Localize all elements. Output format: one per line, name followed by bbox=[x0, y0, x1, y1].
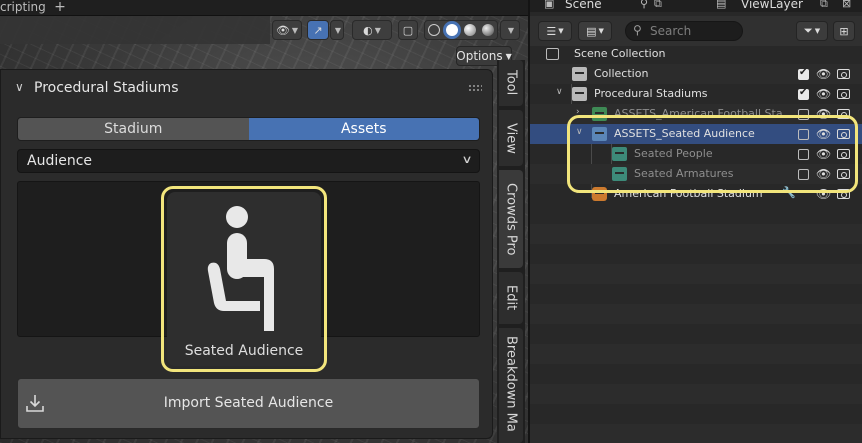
outliner-search-input[interactable]: ⚲ Search bbox=[625, 21, 743, 41]
sidebar-tab-view[interactable]: View bbox=[499, 110, 523, 166]
chevron-down-icon: ▼ bbox=[334, 25, 342, 35]
pin-icon[interactable]: ⚲ bbox=[640, 0, 648, 10]
mode-tabs: Stadium Assets bbox=[17, 117, 480, 141]
drag-grip-icon[interactable] bbox=[468, 84, 482, 92]
annotation-highlight bbox=[567, 115, 858, 193]
asset-thumbnail-card[interactable]: Seated Audience bbox=[161, 186, 327, 372]
row-label: Collection bbox=[594, 67, 649, 80]
chevron-down-icon: ▼ bbox=[291, 25, 299, 35]
sidebar-tab-label: Edit bbox=[503, 285, 519, 311]
new-scene-icon[interactable]: ⧉ bbox=[654, 0, 662, 11]
new-collection-icon: ⊞ bbox=[839, 24, 849, 38]
wireframe-shading-icon[interactable] bbox=[428, 24, 440, 36]
sidebar-tab-label: Crowds Pro bbox=[503, 182, 519, 256]
row-label: Procedural Stadiums bbox=[594, 87, 708, 100]
eye-icon[interactable]: 👁 bbox=[816, 87, 831, 101]
editor-type-button[interactable]: ☰ ▼ bbox=[538, 21, 572, 41]
sidebar-tab-edit[interactable]: Edit bbox=[499, 272, 523, 324]
workspace-tabs-bar: cripting + bbox=[0, 0, 528, 16]
tab-assets[interactable]: Assets bbox=[248, 118, 479, 140]
gizmo-dropdown[interactable]: ▼ bbox=[330, 20, 344, 40]
display-mode-button[interactable]: ▤ ▼ bbox=[578, 21, 612, 41]
sidebar-tab-label: Breakdown Ma bbox=[503, 336, 519, 432]
eye-icon: 👁 bbox=[275, 23, 290, 37]
view-layer-mode-icon: ▤ bbox=[586, 24, 597, 38]
chevron-down-icon: ∨ bbox=[461, 153, 473, 166]
view-layer-icon: ▤ bbox=[716, 0, 727, 10]
xray-icon: ▢ bbox=[402, 23, 414, 37]
solid-shading-icon[interactable] bbox=[446, 24, 458, 36]
3d-viewport[interactable]: cripting + 👁 ▼ ↗ ▼ ◐ ▼ ▢ ▼ Options ▼ ∨ Pro… bbox=[0, 0, 528, 443]
sidebar-tab-label: Tool bbox=[503, 70, 519, 96]
sidebar-tabs: Tool View Crowds Pro Edit Breakdown Ma bbox=[497, 60, 525, 443]
sidebar-tab-label: View bbox=[503, 122, 519, 154]
row-label: Scene Collection bbox=[574, 47, 666, 60]
chevron-down-icon: ▼ bbox=[598, 27, 604, 35]
chevron-down-icon: ▼ bbox=[558, 27, 564, 35]
scene-name-field[interactable]: Scene bbox=[565, 0, 602, 11]
import-button-label: Import Seated Audience bbox=[163, 395, 334, 411]
tab-stadium[interactable]: Stadium bbox=[18, 118, 249, 140]
shading-mode-group bbox=[424, 20, 498, 40]
sidebar-tab-crowds-pro[interactable]: Crowds Pro bbox=[499, 170, 523, 268]
category-dropdown-value: Audience bbox=[27, 153, 93, 169]
outliner-row-procedural-stadiums[interactable]: ∨ Procedural Stadiums 👁 bbox=[530, 84, 862, 104]
outliner-editor-icon: ☰ bbox=[546, 24, 557, 38]
scene-selector-bar: ▣ Scene ⚲ ⧉ ▤ ViewLayer ⧉ ⊠ bbox=[530, 0, 862, 12]
exclude-checkbox[interactable] bbox=[798, 67, 809, 80]
expand-arrow-icon[interactable]: ∨ bbox=[556, 87, 563, 97]
camera-icon[interactable] bbox=[837, 89, 850, 99]
shading-options-dropdown[interactable]: ▼ bbox=[500, 20, 520, 40]
new-collection-button[interactable]: ⊞ bbox=[833, 21, 855, 41]
xray-toggle[interactable]: ▢ bbox=[398, 20, 418, 40]
search-placeholder: Search bbox=[650, 24, 692, 38]
panel-title: Procedural Stadiums bbox=[34, 80, 179, 96]
rendered-shading-icon[interactable] bbox=[482, 24, 494, 36]
outliner-empty-area bbox=[530, 204, 862, 443]
visibility-button[interactable]: 👁 ▼ bbox=[272, 20, 302, 40]
remove-view-layer-icon[interactable]: ⊠ bbox=[842, 0, 851, 10]
new-view-layer-icon[interactable]: ⧉ bbox=[820, 0, 828, 11]
gizmo-toggle[interactable]: ↗ bbox=[307, 20, 329, 40]
filter-button[interactable]: ⏷ ▼ bbox=[796, 21, 828, 41]
panel-header[interactable]: ∨ Procedural Stadiums bbox=[1, 76, 494, 102]
collapse-chevron-icon[interactable]: ∨ bbox=[15, 80, 24, 94]
filter-icon: ⏷ bbox=[803, 24, 813, 37]
scene-collection-icon bbox=[546, 48, 559, 60]
exclude-checkbox[interactable] bbox=[798, 87, 809, 100]
overlays-icon: ◐ bbox=[363, 23, 373, 37]
overlays-button[interactable]: ◐ ▼ bbox=[352, 20, 392, 40]
view-layer-name-field[interactable]: ViewLayer bbox=[741, 0, 803, 11]
outliner-editor: ▣ Scene ⚲ ⧉ ▤ ViewLayer ⧉ ⊠ ☰ ▼ ▤ ▼ ⚲ Sear… bbox=[530, 0, 862, 443]
category-dropdown[interactable]: Audience ∨ bbox=[17, 149, 480, 173]
outliner-row-scene-collection[interactable]: Scene Collection bbox=[530, 44, 862, 64]
scene-icon: ▣ bbox=[544, 0, 555, 10]
asset-label: Seated Audience bbox=[184, 343, 304, 359]
chevron-down-icon: ▼ bbox=[507, 25, 515, 35]
sidebar-tab-breakdown[interactable]: Breakdown Ma bbox=[499, 328, 523, 443]
viewport-header bbox=[0, 16, 270, 44]
sidebar-tab-tool[interactable]: Tool bbox=[499, 60, 523, 106]
collection-icon bbox=[572, 87, 587, 101]
outliner-row-collection[interactable]: Collection 👁 bbox=[530, 64, 862, 84]
procedural-stadiums-panel: ∨ Procedural Stadiums Stadium Assets Aud… bbox=[0, 69, 493, 439]
chevron-down-icon: ▼ bbox=[814, 27, 821, 35]
seated-person-icon bbox=[207, 206, 274, 331]
import-asset-button[interactable]: Import Seated Audience bbox=[17, 378, 480, 429]
workspace-tab-scripting[interactable]: cripting bbox=[0, 0, 52, 16]
material-preview-shading-icon[interactable] bbox=[464, 24, 476, 36]
gizmo-icon: ↗ bbox=[313, 23, 323, 37]
collection-icon bbox=[572, 67, 587, 81]
camera-icon[interactable] bbox=[837, 69, 850, 79]
eye-icon[interactable]: 👁 bbox=[816, 67, 831, 81]
options-label: Options bbox=[456, 49, 503, 63]
search-icon: ⚲ bbox=[633, 23, 642, 37]
chevron-down-icon: ▼ bbox=[374, 25, 381, 35]
add-workspace-button[interactable]: + bbox=[53, 0, 67, 16]
